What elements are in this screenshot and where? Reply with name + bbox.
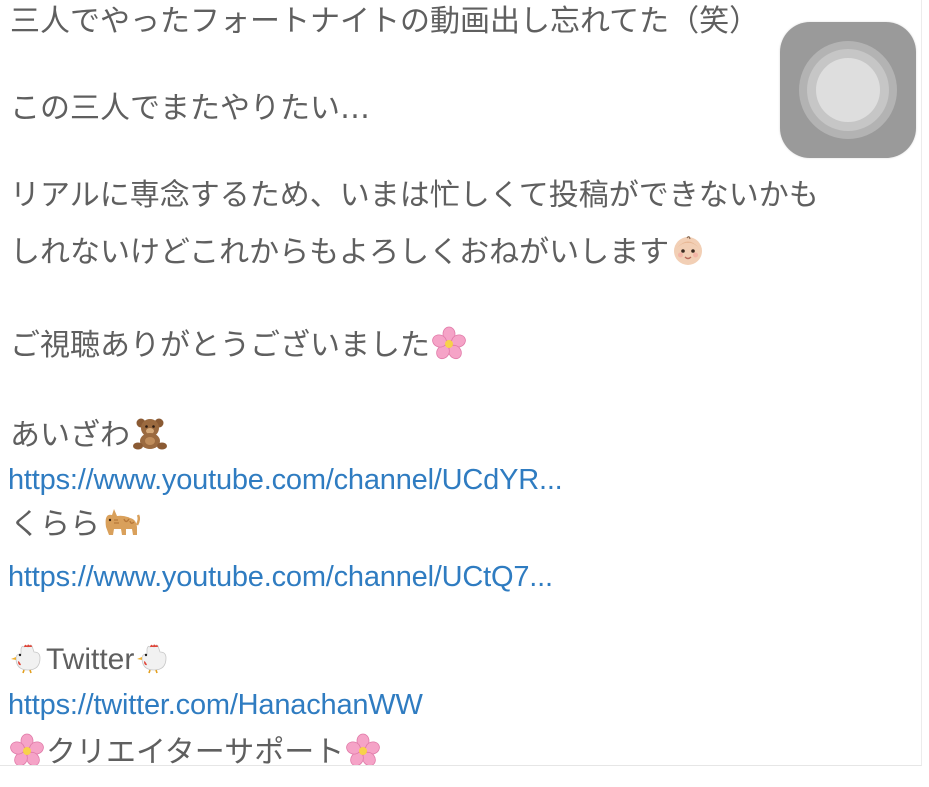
aizawa-channel-link[interactable]: https://www.youtube.com/channel/UCdYR...	[8, 463, 563, 497]
kurara-row: くらら	[10, 507, 141, 548]
aizawa-label: あいざわ	[10, 418, 130, 453]
assistive-touch-core	[816, 58, 880, 122]
description-line-4-row: ご視聴ありがとうございました	[10, 326, 466, 369]
teddy-bear-icon	[132, 416, 168, 459]
description-line-3b-row: しれないけどこれからもよろしくおねがいします	[10, 233, 705, 276]
aizawa-row: あいざわ	[10, 416, 168, 459]
cherry-blossom-icon	[346, 733, 381, 765]
assistive-touch-button[interactable]	[780, 22, 916, 158]
rooster-icon	[10, 642, 44, 683]
description-line-2: この三人でまたやりたい…	[10, 91, 370, 126]
creator-support-label: クリエイターサポート	[46, 735, 345, 766]
video-description-panel: 三人でやったフォートナイトの動画出し忘れてた（笑） この三人でまたやりたい… リ…	[0, 0, 922, 766]
cherry-blossom-icon	[10, 733, 44, 765]
baby-face-icon	[671, 233, 705, 276]
creator-support-row: クリエイターサポート	[10, 733, 381, 766]
cat-icon	[102, 507, 141, 548]
description-line-3a: リアルに専念するため、いまは忙しくて投稿ができないかも	[10, 178, 819, 213]
description-line-4: ご視聴ありがとうございました	[10, 328, 430, 363]
twitter-label: Twitter	[46, 643, 135, 676]
twitter-row: Twitter	[10, 642, 170, 683]
kurara-label: くらら	[10, 507, 100, 542]
cherry-blossom-icon	[432, 326, 466, 369]
rooster-icon	[136, 642, 170, 683]
twitter-link[interactable]: https://twitter.com/HanachanWW	[8, 688, 423, 722]
description-line-1: 三人でやったフォートナイトの動画出し忘れてた（笑）	[10, 4, 760, 39]
description-line-3b: しれないけどこれからもよろしくおねがいします	[10, 235, 670, 270]
kurara-channel-link[interactable]: https://www.youtube.com/channel/UCtQ7...	[8, 560, 553, 594]
